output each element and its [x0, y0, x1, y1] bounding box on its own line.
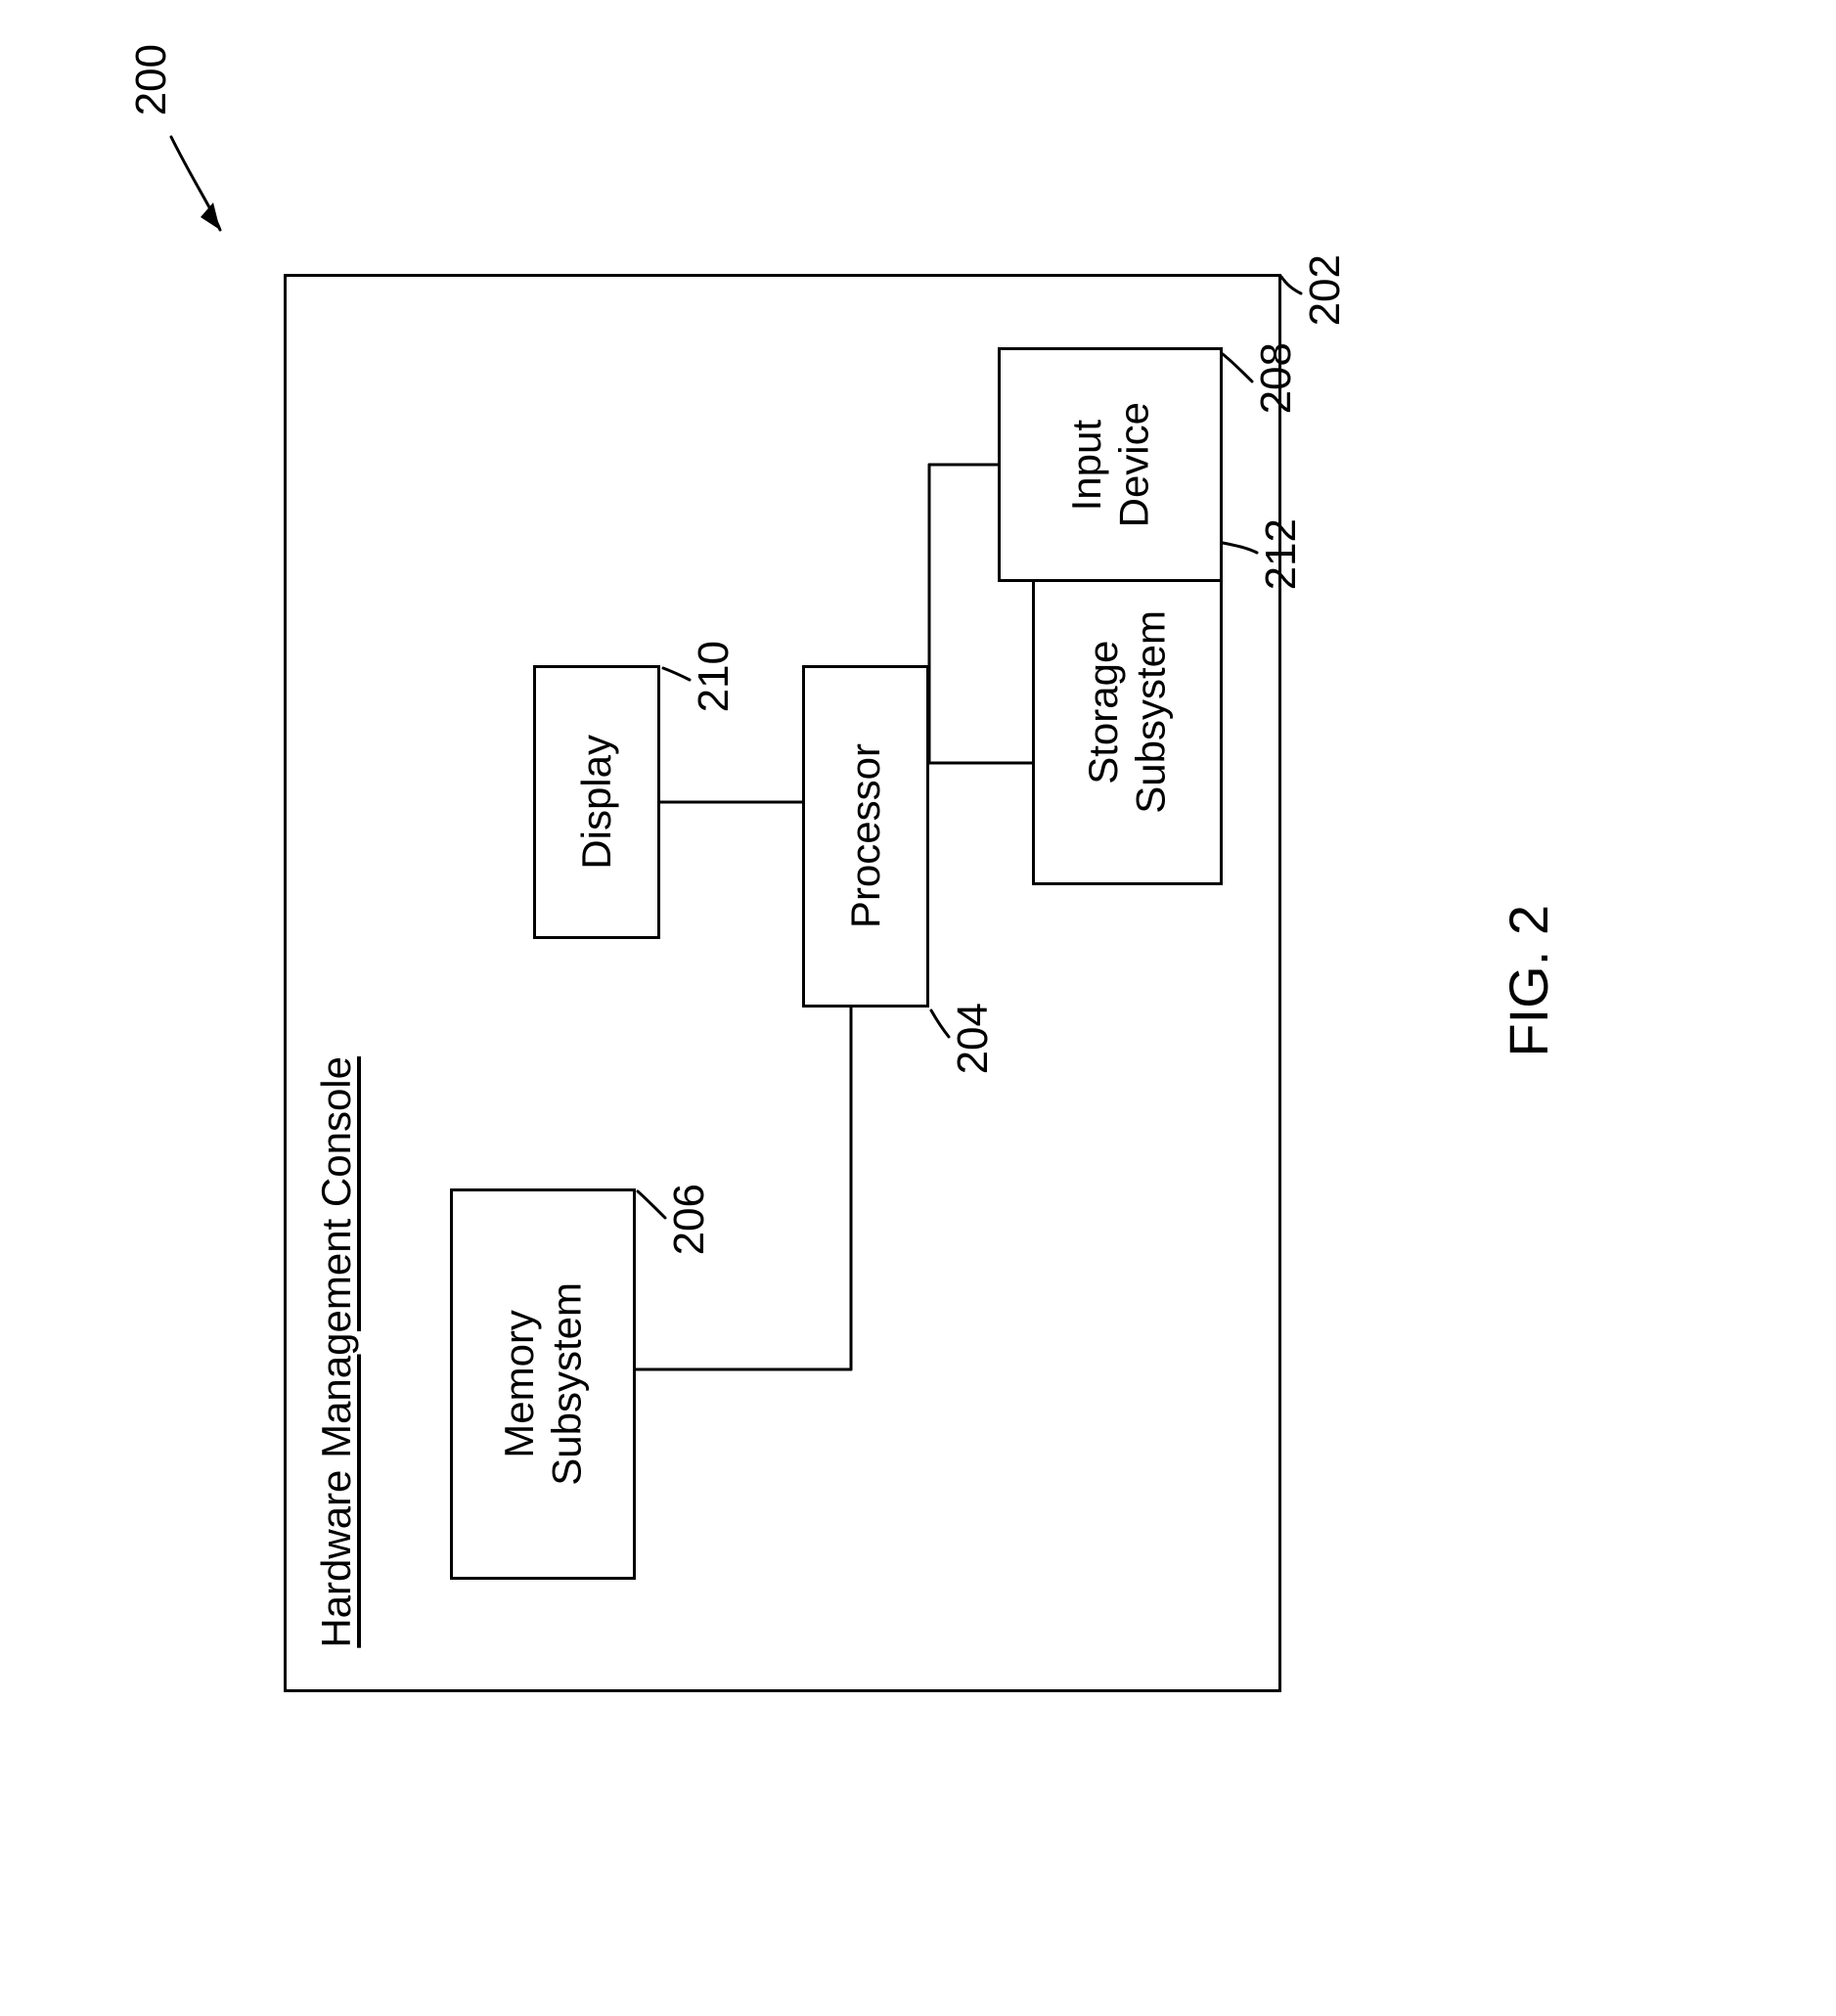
block-processor: Processor [802, 665, 929, 1008]
figure-ref: 200 [127, 44, 176, 115]
block-input: Input Device [998, 347, 1223, 582]
block-memory-label: Memory Subsystem [496, 1282, 591, 1486]
block-memory-ref: 206 [665, 1184, 714, 1255]
block-input-ref: 208 [1252, 342, 1301, 414]
block-memory: Memory Subsystem [450, 1188, 636, 1580]
figure-caption: FIG. 2 [1497, 905, 1560, 1057]
block-display-ref: 210 [690, 641, 739, 712]
block-processor-ref: 204 [949, 1003, 998, 1074]
block-processor-label: Processor [842, 743, 889, 928]
block-storage: Storage Subsystem [1032, 538, 1223, 885]
block-storage-label: Storage Subsystem [1080, 610, 1175, 814]
diagram-canvas: 200 Hardware Management Console 202 Stor… [0, 0, 1836, 2016]
block-storage-ref: 212 [1257, 518, 1306, 590]
block-input-label: Input Device [1063, 402, 1158, 527]
container-ref: 202 [1301, 254, 1350, 326]
block-display-label: Display [573, 735, 620, 870]
block-display: Display [533, 665, 660, 939]
container-title: Hardware Management Console [313, 1056, 360, 1648]
